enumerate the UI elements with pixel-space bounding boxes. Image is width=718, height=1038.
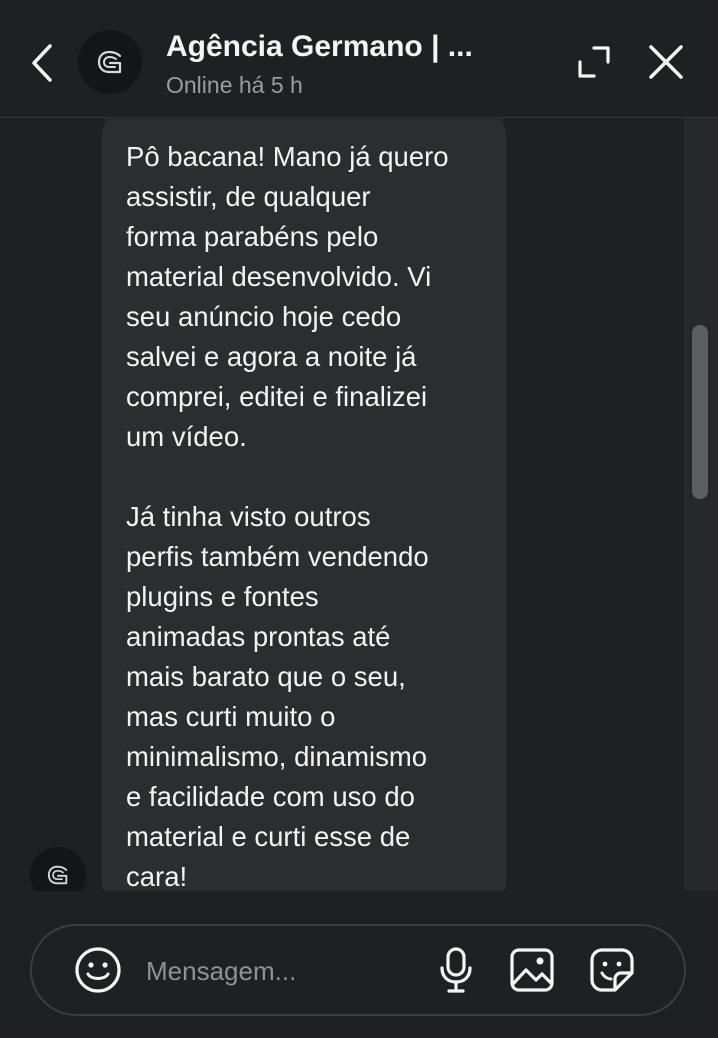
message-composer — [30, 924, 686, 1016]
scrollbar-track[interactable] — [684, 119, 718, 891]
attach-image-button[interactable] — [508, 946, 556, 994]
close-button[interactable] — [644, 40, 688, 84]
contact-status: Online há 5 h — [166, 72, 303, 98]
message-text: Pô bacana! Mano já quero assistir, de qu… — [126, 141, 449, 452]
sender-avatar[interactable] — [30, 847, 86, 891]
message-input[interactable] — [144, 948, 428, 994]
close-icon — [644, 40, 688, 84]
image-icon — [508, 946, 556, 994]
contact-avatar[interactable] — [78, 30, 142, 94]
chat-header: Agência Germano | ... Online há 5 h — [0, 0, 718, 118]
microphone-icon — [436, 946, 476, 994]
chevron-left-icon — [30, 43, 54, 83]
minimize-button[interactable] — [574, 42, 614, 82]
minimize-icon — [574, 42, 614, 82]
emoji-button[interactable] — [74, 946, 122, 994]
message-bubble[interactable]: Pô bacana! Mano já quero assistir, de qu… — [102, 119, 506, 891]
contact-name[interactable]: Agência Germano | ... — [166, 30, 473, 64]
scrollbar-thumb[interactable] — [692, 325, 708, 499]
back-button[interactable] — [22, 38, 62, 88]
emoji-icon — [74, 946, 122, 994]
sticker-icon — [588, 946, 636, 994]
message-list[interactable]: Pô bacana! Mano já quero assistir, de qu… — [0, 119, 684, 891]
g-logo-icon — [96, 50, 124, 74]
message-text: Já tinha visto outros perfis também vend… — [126, 501, 429, 891]
chat-window: Agência Germano | ... Online há 5 h Pô b… — [0, 0, 718, 1038]
voice-message-button[interactable] — [436, 946, 476, 994]
sticker-button[interactable] — [588, 946, 636, 994]
g-logo-icon — [46, 865, 70, 885]
